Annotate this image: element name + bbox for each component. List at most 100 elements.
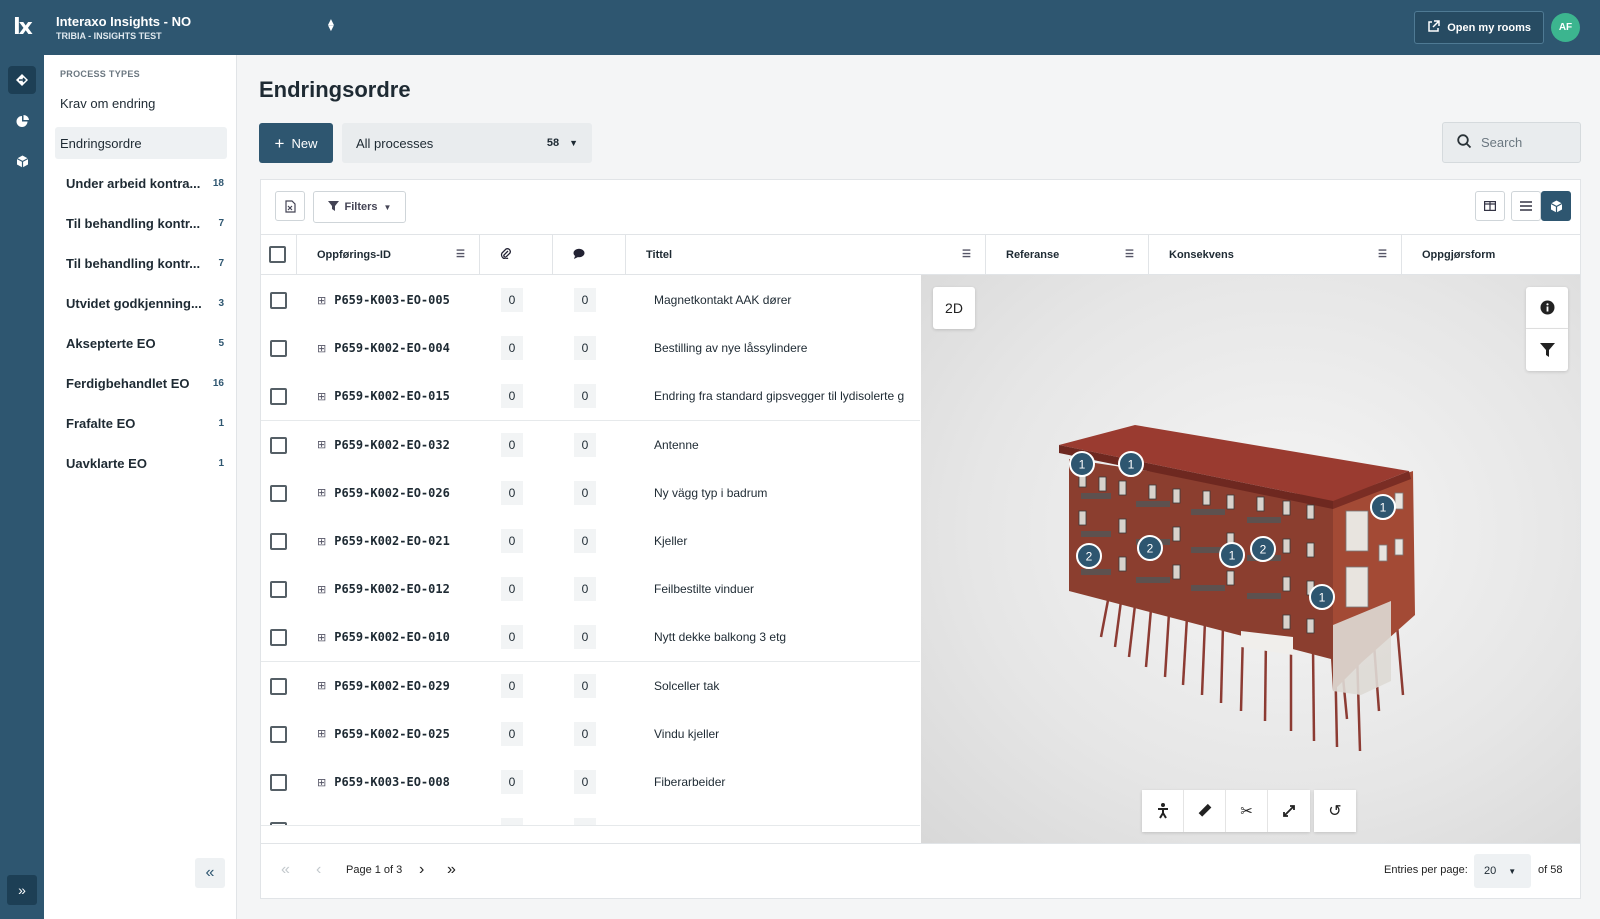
workspace-title[interactable]: Interaxo Insights - NO TRIBIA - INSIGHTS…: [56, 14, 191, 41]
column-header-comments[interactable]: [553, 235, 626, 274]
user-avatar[interactable]: AF: [1551, 13, 1580, 42]
row-checkbox[interactable]: [270, 484, 287, 502]
row-checkbox[interactable]: [270, 629, 287, 647]
processes-nav-icon[interactable]: [8, 66, 36, 94]
export-excel-icon[interactable]: [275, 191, 305, 221]
column-header-reference[interactable]: Referanse ☰: [986, 235, 1149, 274]
row-id[interactable]: ⊞ P659-K003-EO-005: [317, 293, 450, 307]
sidebar-status-item[interactable]: Til behandling kontr... 7: [66, 207, 224, 239]
issue-marker[interactable]: 2: [1250, 536, 1276, 562]
column-filter-icon[interactable]: ☰: [1378, 249, 1387, 260]
toggle-2d-button[interactable]: 2D: [933, 287, 975, 329]
info-icon[interactable]: [1526, 287, 1568, 329]
row-checkbox[interactable]: [270, 677, 287, 695]
issue-marker[interactable]: 2: [1137, 535, 1163, 561]
row-checkbox[interactable]: [270, 292, 287, 309]
select-all-checkbox[interactable]: [269, 246, 286, 263]
row-id[interactable]: ⊞ P659-K002-EO-012: [317, 582, 450, 596]
row-id[interactable]: ⊞ P659-K002-EO-015: [317, 389, 450, 403]
row-id[interactable]: ⊞ P659-K002-EO-025: [317, 727, 450, 741]
column-header-settlement[interactable]: Oppgjørsform: [1402, 235, 1580, 274]
model-filter-icon[interactable]: [1526, 329, 1568, 371]
column-header-attachments[interactable]: [480, 235, 553, 274]
issue-marker[interactable]: 1: [1069, 451, 1095, 477]
column-filter-icon[interactable]: ☰: [1125, 249, 1134, 260]
measure-ruler-icon[interactable]: [1184, 790, 1226, 832]
app-logo[interactable]: lx: [0, 0, 44, 55]
table-row[interactable]: ⊞ P659-K003-EO-008 0 0 Fiberarbeider: [261, 758, 920, 807]
issue-marker[interactable]: 1: [1309, 584, 1335, 610]
table-row[interactable]: ⊞ P659-K003-EO-005 0 0 Magnetkontakt AAK dør…: [261, 276, 920, 325]
reset-view-icon[interactable]: ↺: [1314, 790, 1356, 832]
model-cube-icon[interactable]: [8, 147, 36, 175]
column-header-consequence[interactable]: Konsekvens ☰: [1149, 235, 1402, 274]
sidebar-status-item[interactable]: Aksepterte EO 5: [66, 327, 224, 359]
issue-marker[interactable]: 1: [1219, 542, 1245, 568]
collapse-sidebar-icon[interactable]: «: [195, 858, 225, 888]
sidebar-status-item[interactable]: Utvidet godkjenning... 3: [66, 287, 224, 319]
dashboard-pie-icon[interactable]: [8, 107, 36, 135]
comment-count: 0: [574, 288, 596, 312]
table-row[interactable]: ⊞ P659-K002-EO-015 0 0 Endring fra standard …: [261, 372, 920, 422]
sidebar-item-krav-om-endring[interactable]: Krav om endring: [55, 87, 227, 119]
search-input[interactable]: Search: [1442, 122, 1581, 163]
row-checkbox[interactable]: [270, 388, 287, 406]
new-button[interactable]: + New: [259, 123, 333, 163]
row-id[interactable]: ⊞ P659-K002-EO-021: [317, 534, 450, 548]
fullscreen-icon[interactable]: [1268, 790, 1310, 832]
sidebar-status-item[interactable]: Til behandling kontr... 7: [66, 247, 224, 279]
building-3d-model[interactable]: 1 1 1 2 2 1 2 1: [921, 275, 1580, 843]
sidebar-status-item[interactable]: Ferdigbehandlet EO 16: [66, 367, 224, 399]
row-id[interactable]: ⊞ P659-K002-EO-032: [317, 438, 450, 452]
entries-per-page-select[interactable]: 20 ▼: [1474, 854, 1531, 888]
sidebar-status-item[interactable]: Under arbeid kontra... 18: [66, 167, 224, 199]
process-filter-select[interactable]: All processes 58 ▼: [342, 123, 592, 163]
section-cut-icon[interactable]: ✂: [1226, 790, 1268, 832]
table-row[interactable]: ⊞ P659-K003-EO-004 0 0 PSTN Modul: [261, 806, 920, 827]
table-row[interactable]: ⊞ P659-K002-EO-010 0 0 Nytt dekke balkong 3 …: [261, 613, 920, 663]
row-checkbox[interactable]: [270, 581, 287, 599]
expand-rail-icon[interactable]: »: [7, 875, 37, 905]
issue-marker[interactable]: 1: [1370, 494, 1396, 520]
row-id[interactable]: ⊞ P659-K002-EO-010: [317, 630, 450, 644]
issue-marker[interactable]: 2: [1076, 543, 1102, 569]
column-filter-icon[interactable]: ☰: [456, 249, 465, 260]
column-header-title[interactable]: Tittel ☰: [626, 235, 986, 274]
workspace-switcher-icon[interactable]: ▲ ▼: [326, 18, 336, 34]
row-id[interactable]: ⊞ P659-K003-EO-008: [317, 775, 450, 789]
sidebar-status-item[interactable]: Uavklarte EO 1: [66, 447, 224, 479]
sidebar-item-endringsordre[interactable]: Endringsordre: [55, 127, 227, 159]
split-view-icon[interactable]: [1475, 191, 1505, 221]
row-checkbox[interactable]: [270, 436, 287, 454]
next-page-icon[interactable]: ›: [419, 861, 424, 879]
table-row[interactable]: ⊞ P659-K002-EO-004 0 0 Bestilling av nye lås…: [261, 324, 920, 374]
row-id[interactable]: ⊞ P659-K002-EO-029: [317, 679, 450, 693]
column-filter-icon[interactable]: ☰: [962, 249, 971, 260]
open-my-rooms-button[interactable]: Open my rooms: [1414, 11, 1544, 44]
table-row[interactable]: ⊞ P659-K002-EO-029 0 0 Solceller tak: [261, 661, 920, 711]
last-page-icon[interactable]: »: [447, 861, 456, 879]
3d-view-icon[interactable]: [1541, 191, 1571, 221]
column-header-id[interactable]: Oppførings-ID ☰: [297, 235, 480, 274]
list-view-icon[interactable]: [1511, 191, 1541, 221]
row-checkbox[interactable]: [270, 774, 287, 791]
first-page-icon[interactable]: «: [281, 861, 290, 879]
issue-marker[interactable]: 1: [1118, 451, 1144, 477]
table-row[interactable]: ⊞ P659-K002-EO-026 0 0 Ny vägg typ i badrum: [261, 468, 920, 518]
filters-button[interactable]: Filters ▼: [313, 191, 406, 223]
table-row[interactable]: ⊞ P659-K002-EO-032 0 0 Antenne: [261, 420, 920, 470]
row-checkbox[interactable]: [270, 725, 287, 743]
row-id[interactable]: ⊞ P659-K002-EO-004: [317, 341, 450, 355]
row-id[interactable]: ⊞ P659-K003-EO-004: [317, 823, 450, 825]
prev-page-icon[interactable]: ‹: [316, 861, 321, 879]
sidebar-status-item[interactable]: Frafalte EO 1: [66, 407, 224, 439]
table-row[interactable]: ⊞ P659-K002-EO-025 0 0 Vindu kjeller: [261, 709, 920, 759]
table-row[interactable]: ⊞ P659-K002-EO-012 0 0 Feilbestilte vinduer: [261, 565, 920, 615]
table-row[interactable]: ⊞ P659-K002-EO-021 0 0 Kjeller: [261, 517, 920, 566]
row-checkbox[interactable]: [270, 340, 287, 358]
bim-3d-viewer[interactable]: 1 1 1 2 2 1 2 1 2D ✂ ↺: [921, 275, 1580, 843]
row-checkbox[interactable]: [270, 822, 287, 826]
row-checkbox[interactable]: [270, 533, 287, 550]
row-id[interactable]: ⊞ P659-K002-EO-026: [317, 486, 450, 500]
walk-mode-icon[interactable]: [1142, 790, 1184, 832]
